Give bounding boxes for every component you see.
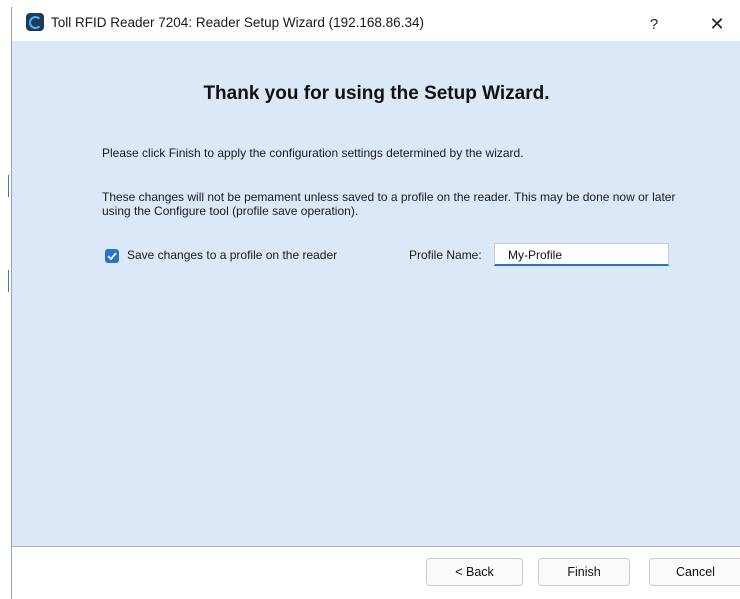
- help-button[interactable]: ?: [637, 11, 671, 37]
- profile-name-label: Profile Name:: [409, 248, 482, 262]
- persistence-note: These changes will not be pemament unles…: [102, 190, 676, 218]
- save-profile-label[interactable]: Save changes to a profile on the reader: [127, 248, 337, 262]
- wizard-content: Thank you for using the Setup Wizard. Pl…: [12, 41, 740, 546]
- wizard-footer: < Back Finish Cancel: [12, 547, 740, 599]
- back-button[interactable]: < Back: [426, 558, 523, 586]
- edge-mark: [8, 175, 9, 197]
- setup-wizard-dialog: Toll RFID Reader 7204: Reader Setup Wiza…: [11, 7, 740, 599]
- close-button[interactable]: ✕: [700, 11, 734, 37]
- cancel-button[interactable]: Cancel: [649, 558, 740, 586]
- title-bar[interactable]: Toll RFID Reader 7204: Reader Setup Wiza…: [12, 7, 740, 41]
- app-icon: [26, 13, 44, 31]
- profile-name-input[interactable]: [494, 243, 669, 266]
- wizard-heading: Thank you for using the Setup Wizard.: [203, 83, 550, 104]
- edge-mark: [8, 270, 9, 292]
- finish-button[interactable]: Finish: [538, 558, 630, 586]
- save-profile-checkbox[interactable]: [105, 249, 119, 263]
- window-title: Toll RFID Reader 7204: Reader Setup Wiza…: [51, 15, 424, 30]
- checkmark-icon: [107, 252, 117, 260]
- finish-instruction: Please click Finish to apply the configu…: [102, 146, 524, 160]
- left-window-edge: [0, 0, 11, 599]
